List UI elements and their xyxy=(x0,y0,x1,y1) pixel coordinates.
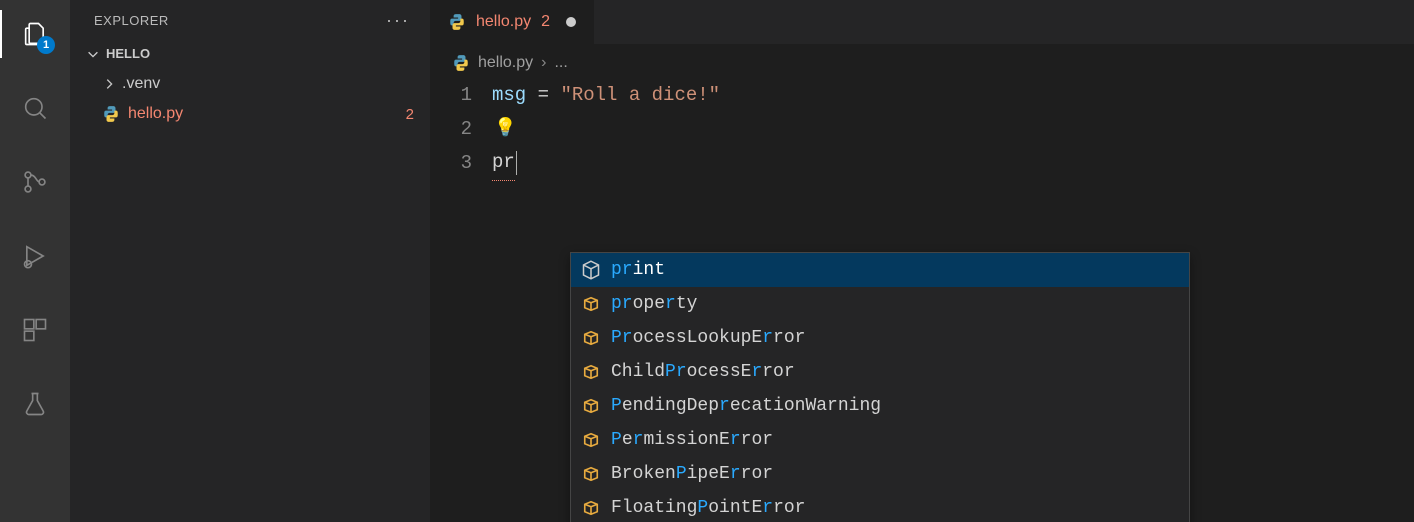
code-line: 1 msg = "Roll a dice!" xyxy=(452,78,1414,112)
class-icon xyxy=(581,396,601,416)
tab-filename: hello.py xyxy=(476,13,531,31)
suggest-item[interactable]: FloatingPointError xyxy=(571,491,1189,522)
tab-error-count: 2 xyxy=(541,13,550,31)
code-line: 3 pr xyxy=(452,146,1414,180)
class-icon xyxy=(581,464,601,484)
beaker-icon xyxy=(21,390,49,418)
editor-tab-hello[interactable]: hello.py 2 xyxy=(430,0,595,44)
sidebar: EXPLORER ··· HELLO .venv hello.py 2 xyxy=(70,0,430,522)
sidebar-folder-header[interactable]: HELLO xyxy=(70,40,430,67)
activity-source-control[interactable] xyxy=(11,158,59,206)
sidebar-header: EXPLORER ··· xyxy=(70,0,430,40)
tab-bar: hello.py 2 xyxy=(430,0,1414,44)
sidebar-title: EXPLORER xyxy=(94,13,169,28)
suggest-item-label: PermissionError xyxy=(611,423,773,457)
class-icon xyxy=(581,498,601,518)
suggest-item-label: ChildProcessError xyxy=(611,355,795,389)
suggest-item[interactable]: ProcessLookupError xyxy=(571,321,1189,355)
code-line: 2 💡 xyxy=(452,112,1414,146)
module-icon xyxy=(581,260,601,280)
sidebar-section-label: HELLO xyxy=(106,46,150,61)
tree-folder-venv[interactable]: .venv xyxy=(70,69,430,99)
tree-item-label: hello.py xyxy=(128,105,406,123)
breadcrumb-separator: › xyxy=(541,54,546,72)
breadcrumb-file: hello.py xyxy=(478,54,533,72)
code-editor[interactable]: 1 msg = "Roll a dice!" 2 💡 3 pr printpro… xyxy=(430,78,1414,180)
token-operator: = xyxy=(526,78,560,112)
text-cursor xyxy=(516,151,517,175)
tree-item-error-count: 2 xyxy=(406,106,414,123)
file-tree: .venv hello.py 2 xyxy=(70,67,430,129)
class-icon xyxy=(581,294,601,314)
activity-run-debug[interactable] xyxy=(11,232,59,280)
activity-extensions[interactable] xyxy=(11,306,59,354)
editor-area: hello.py 2 hello.py › ... 1 msg = "Roll … xyxy=(430,0,1414,522)
search-icon xyxy=(21,94,49,122)
explorer-badge: 1 xyxy=(37,36,55,54)
line-number: 2 xyxy=(452,112,492,146)
activity-explorer[interactable]: 1 xyxy=(11,10,59,58)
suggest-item-label: print xyxy=(611,253,665,287)
class-icon xyxy=(581,328,601,348)
lightbulb-icon[interactable]: 💡 xyxy=(494,112,516,146)
python-file-icon xyxy=(448,13,466,31)
breadcrumb-rest: ... xyxy=(554,54,567,72)
chevron-right-icon xyxy=(102,77,116,91)
suggest-item[interactable]: ChildProcessError xyxy=(571,355,1189,389)
breadcrumb[interactable]: hello.py › ... xyxy=(430,44,1414,78)
suggest-item-label: property xyxy=(611,287,697,321)
suggest-item-label: FloatingPointError xyxy=(611,491,805,522)
typed-text: pr xyxy=(492,145,515,181)
suggest-item-label: ProcessLookupError xyxy=(611,321,805,355)
class-icon xyxy=(581,362,601,382)
line-number: 1 xyxy=(452,78,492,112)
tab-dirty-indicator xyxy=(566,17,576,27)
activity-testing[interactable] xyxy=(11,380,59,428)
line-number: 3 xyxy=(452,146,492,180)
suggest-item[interactable]: PermissionError xyxy=(571,423,1189,457)
python-file-icon xyxy=(102,105,120,123)
suggest-item-label: BrokenPipeError xyxy=(611,457,773,491)
suggest-item[interactable]: property xyxy=(571,287,1189,321)
autocomplete-popup: printpropertyProcessLookupErrorChildProc… xyxy=(570,252,1190,522)
activity-search[interactable] xyxy=(11,84,59,132)
suggest-item-label: PendingDeprecationWarning xyxy=(611,389,881,423)
source-control-icon xyxy=(21,168,49,196)
class-icon xyxy=(581,430,601,450)
chevron-down-icon xyxy=(86,47,100,61)
tree-file-hello[interactable]: hello.py 2 xyxy=(70,99,430,129)
tree-item-label: .venv xyxy=(122,75,414,93)
activity-bar: 1 xyxy=(0,0,70,522)
suggest-item[interactable]: print xyxy=(571,253,1189,287)
suggest-item[interactable]: PendingDeprecationWarning xyxy=(571,389,1189,423)
run-debug-icon xyxy=(21,242,49,270)
python-file-icon xyxy=(452,54,470,72)
sidebar-more-button[interactable]: ··· xyxy=(386,10,410,31)
token-string: "Roll a dice!" xyxy=(560,78,720,112)
extensions-icon xyxy=(21,316,49,344)
suggest-item[interactable]: BrokenPipeError xyxy=(571,457,1189,491)
token-variable: msg xyxy=(492,78,526,112)
